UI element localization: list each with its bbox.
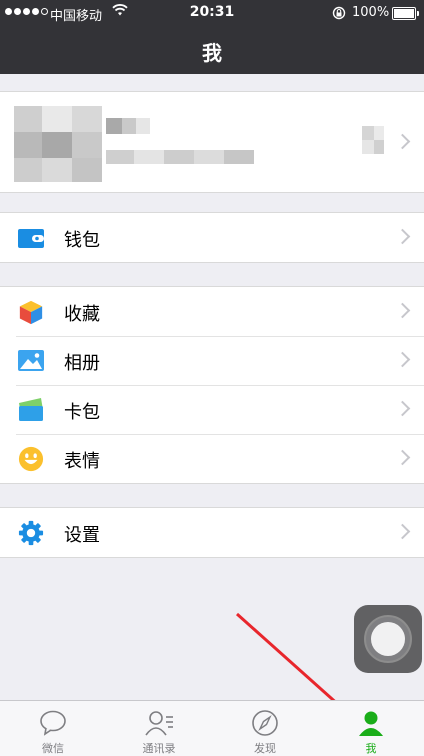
tab-label-chats: 微信 [42, 742, 64, 755]
tab-me[interactable]: 我 [318, 701, 424, 756]
compass-icon [252, 710, 278, 736]
tab-label-me: 我 [365, 742, 377, 755]
tab-label-discover: 发现 [254, 742, 276, 755]
tab-bar: 微信 通讯录 发现 我 [0, 700, 424, 756]
tab-discover[interactable]: 发现 [212, 701, 318, 756]
tab-contacts[interactable]: 通讯录 [106, 701, 212, 756]
red-arrow-annotation [236, 612, 362, 726]
me-icon [359, 711, 383, 736]
chat-icon [40, 710, 66, 736]
tab-chats[interactable]: 微信 [0, 701, 106, 756]
tab-label-contacts: 通讯录 [142, 742, 176, 755]
contacts-icon [145, 711, 173, 736]
